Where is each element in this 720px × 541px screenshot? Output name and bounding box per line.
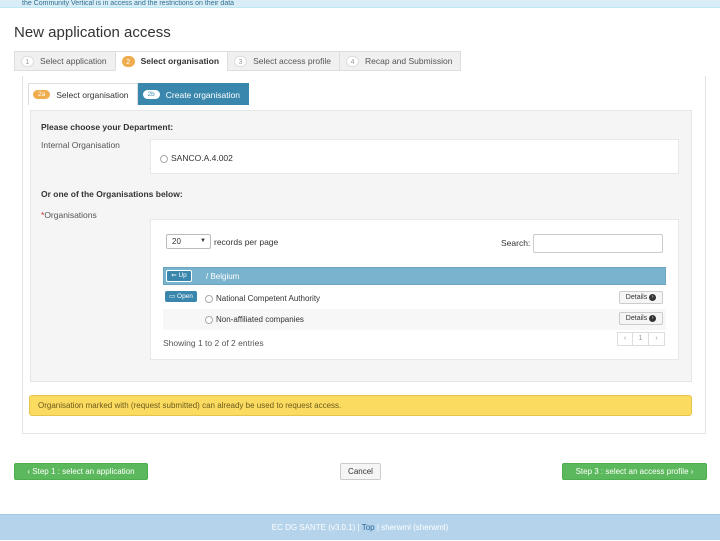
table-row: ▭ Open National Competent Authority Deta… — [163, 288, 666, 309]
radio-button[interactable] — [160, 154, 168, 163]
warning-alert: Organisation marked with (request submit… — [29, 395, 692, 416]
step-select-access-profile[interactable]: 3 Select access profile — [227, 51, 340, 71]
breadcrumb-path: / Belgium — [206, 272, 240, 281]
organisation-option[interactable]: National Competent Authority — [205, 288, 320, 309]
organisation-option[interactable]: Non-affiliated companies — [205, 309, 304, 330]
department-option-label: SANCO.A.4.002 — [171, 153, 233, 163]
step-label: Select organisation — [140, 56, 220, 66]
details-button[interactable]: Details › — [619, 291, 663, 304]
tab-label: Select organisation — [56, 89, 129, 100]
step-number: 3 — [234, 55, 248, 67]
step-label: Select access profile — [253, 56, 332, 66]
step-select-organisation[interactable]: 2 Select organisation — [114, 51, 228, 71]
folder-open-icon: ▭ — [169, 293, 178, 300]
department-option[interactable]: SANCO.A.4.002 — [160, 153, 233, 163]
table-info: Showing 1 to 2 of 2 entries — [163, 338, 264, 348]
step-label: Recap and Submission — [365, 56, 453, 66]
breadcrumb: ⇐ Up / Belgium — [163, 267, 666, 285]
page-size-select[interactable]: 20 ▼ — [166, 234, 211, 249]
pagination-page[interactable]: 1 — [633, 332, 649, 346]
pagination: ‹ 1 › — [617, 332, 665, 346]
caret-down-icon: ▼ — [200, 238, 206, 244]
tab-create-organisation[interactable]: 2b Create organisation — [137, 83, 249, 105]
step-select-application[interactable]: 1 Select application — [14, 51, 115, 71]
tab-tag: 2b — [142, 90, 160, 99]
chevron-right-icon: › — [649, 293, 657, 301]
search-input[interactable] — [533, 234, 663, 253]
organisation-name: Non-affiliated companies — [216, 315, 304, 324]
organisations-heading: Or one of the Organisations below: — [41, 189, 183, 199]
details-button[interactable]: Details › — [619, 312, 663, 325]
table-row: Non-affiliated companies Details › — [163, 309, 666, 330]
chevron-right-icon: › — [649, 314, 657, 322]
subtabs: 2a Select organisation 2b Create organis… — [28, 83, 249, 105]
open-button-label: Open — [177, 293, 193, 300]
internal-organisation-label: Internal Organisation — [41, 140, 120, 150]
search-label: Search: — [501, 238, 531, 248]
details-button-label: Details — [625, 315, 648, 322]
step-number: 2 — [121, 55, 135, 67]
tab-tag: 2a — [33, 90, 51, 99]
page-title: New application access — [14, 24, 171, 41]
step-number: 1 — [21, 55, 34, 67]
pagination-prev[interactable]: ‹ — [617, 332, 633, 346]
wizard-steps: 1 Select application 2 Select organisati… — [14, 51, 462, 71]
details-button-label: Details — [625, 294, 648, 301]
footer-user: | sherwml (sherwml) — [376, 523, 449, 532]
open-button[interactable]: ▭ Open — [165, 291, 197, 302]
step-recap-submission[interactable]: 4 Recap and Submission — [339, 51, 462, 71]
radio-button[interactable] — [205, 294, 213, 303]
tab-label: Create organisation — [165, 89, 240, 100]
footer: EC DG SANTE (v3.0.1) | Top | sherwml (sh… — [0, 514, 720, 540]
tab-select-organisation[interactable]: 2a Select organisation — [28, 83, 138, 105]
department-heading: Please choose your Department: — [41, 122, 174, 132]
organisation-name: National Competent Authority — [216, 294, 321, 303]
radio-button[interactable] — [205, 315, 213, 324]
top-link[interactable]: Top — [362, 523, 375, 532]
step-label: Select application — [40, 56, 107, 66]
cancel-button[interactable]: Cancel — [340, 463, 381, 480]
back-button[interactable]: ‹ Step 1 : select an application — [14, 463, 148, 480]
next-button[interactable]: Step 3 : select an access profile › — [562, 463, 707, 480]
next-button-label: Step 3 : select an access profile — [575, 467, 689, 476]
step-number: 4 — [346, 55, 360, 67]
organisations-label: *Organisations — [41, 210, 97, 220]
up-button-label: Up — [178, 272, 187, 279]
back-button-label: Step 1 : select an application — [32, 467, 135, 476]
footer-version: EC DG SANTE (v3.0.1) | — [271, 523, 360, 532]
organisations-label-text: Organisations — [44, 210, 97, 220]
page-size-value: 20 — [172, 237, 181, 246]
up-button[interactable]: ⇐ Up — [166, 270, 192, 282]
chevron-right-icon: › — [688, 467, 694, 476]
pagination-next[interactable]: › — [649, 332, 665, 346]
info-banner: the Community Vertical is in access and … — [0, 0, 720, 8]
records-per-page-label: records per page — [214, 237, 279, 247]
